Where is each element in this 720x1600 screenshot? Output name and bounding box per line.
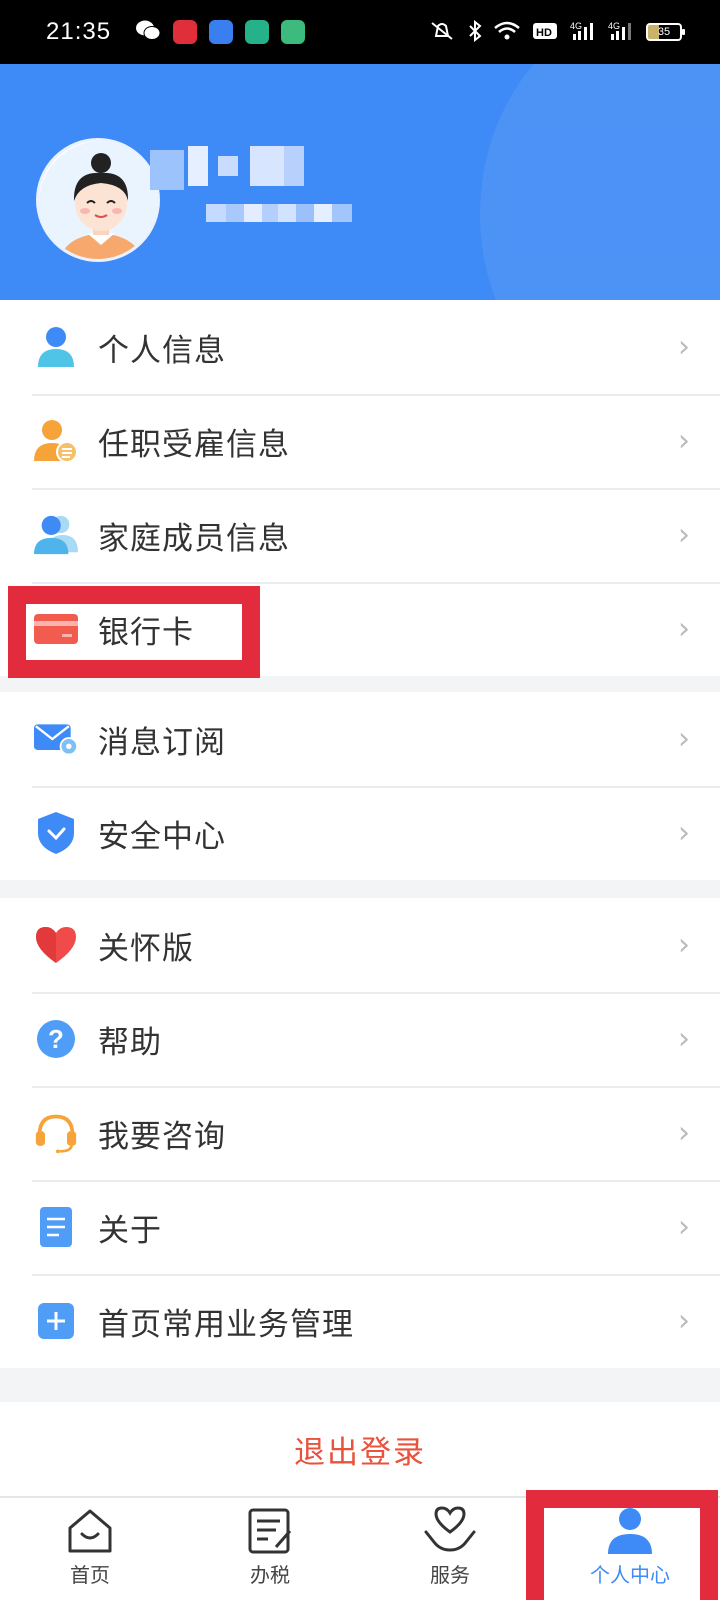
tab-personal-center[interactable]: 个人中心 <box>540 1498 720 1600</box>
menu-group-misc: 关怀版 › ? 帮助 › 我要咨询 › 关于 › 首页常用业务管理 › <box>0 898 720 1368</box>
chevron-right-icon: › <box>678 721 690 757</box>
home-icon <box>64 1505 116 1557</box>
user-id-blurred <box>206 204 352 222</box>
profile-header <box>0 64 720 300</box>
app-cloud-icon <box>209 20 234 44</box>
menu-label: 消息订阅 <box>98 724 226 761</box>
heart-icon <box>34 923 78 967</box>
bottom-tab-bar: 首页 办税 服务 个人中心 <box>0 1496 720 1600</box>
shield-icon <box>34 811 78 855</box>
menu-group-profile: 个人信息 › 任职受雇信息 › 家庭成员信息 › 银行卡 › <box>0 300 720 676</box>
battery-indicator: 35 <box>646 23 685 41</box>
menu-label: 家庭成员信息 <box>98 520 290 557</box>
family-icon <box>34 513 78 557</box>
menu-label: 关于 <box>98 1212 162 1249</box>
svg-text:?: ? <box>48 1024 64 1054</box>
status-time: 21:35 <box>46 18 112 45</box>
chevron-right-icon: › <box>678 815 690 851</box>
menu-item-about[interactable]: 关于 › <box>0 1180 720 1274</box>
chevron-right-icon: › <box>678 1115 690 1151</box>
menu-item-help[interactable]: ? 帮助 › <box>0 992 720 1086</box>
avatar[interactable] <box>36 138 160 262</box>
document-icon <box>34 1205 78 1249</box>
employee-icon <box>34 419 78 463</box>
person-center-icon <box>604 1505 656 1557</box>
menu-label: 任职受雇信息 <box>98 426 290 463</box>
menu-label: 银行卡 <box>98 614 194 651</box>
chevron-right-icon: › <box>678 1209 690 1245</box>
signal-2-icon: 4G <box>608 20 634 45</box>
logout-button[interactable]: 退出登录 <box>0 1402 720 1496</box>
tab-tax[interactable]: 办税 <box>180 1498 360 1600</box>
chevron-right-icon: › <box>678 329 690 365</box>
status-app-icons <box>135 19 306 45</box>
chevron-right-icon: › <box>678 611 690 647</box>
chevron-right-icon: › <box>678 927 690 963</box>
menu-item-security-center[interactable]: 安全中心 › <box>0 786 720 880</box>
tab-home[interactable]: 首页 <box>0 1498 180 1600</box>
status-bar: 21:35 HD 4G 4G 35 <box>0 0 720 64</box>
menu-group-settings: 消息订阅 › 安全中心 › <box>0 692 720 880</box>
mute-icon <box>428 20 456 45</box>
tab-label: 个人中心 <box>590 1563 670 1587</box>
svg-text:HD: HD <box>536 27 552 39</box>
menu-item-message-subscription[interactable]: 消息订阅 › <box>0 692 720 786</box>
menu-item-home-business-manage[interactable]: 首页常用业务管理 › <box>0 1274 720 1368</box>
app-chat-icon <box>245 20 270 44</box>
user-name-blurred <box>150 146 304 190</box>
tab-label: 办税 <box>250 1563 290 1587</box>
menu-item-consult[interactable]: 我要咨询 › <box>0 1086 720 1180</box>
hd-icon: HD <box>532 21 558 44</box>
tab-service[interactable]: 服务 <box>360 1498 540 1600</box>
chevron-right-icon: › <box>678 423 690 459</box>
headset-icon <box>34 1111 78 1155</box>
signal-1-icon: 4G <box>570 20 596 45</box>
svg-text:4G: 4G <box>570 21 582 31</box>
menu-label: 个人信息 <box>98 332 226 369</box>
service-icon <box>424 1505 476 1557</box>
chevron-right-icon: › <box>678 1021 690 1057</box>
bank-card-icon <box>34 607 78 651</box>
bluetooth-icon <box>468 19 482 45</box>
menu-item-personal-info[interactable]: 个人信息 › <box>0 300 720 394</box>
menu-label: 首页常用业务管理 <box>98 1306 354 1343</box>
tab-label: 首页 <box>70 1563 110 1587</box>
chevron-right-icon: › <box>678 1303 690 1339</box>
wechat-icon <box>135 19 161 45</box>
menu-label: 帮助 <box>98 1024 162 1061</box>
menu-label: 我要咨询 <box>98 1118 226 1155</box>
wifi-icon <box>494 21 520 44</box>
menu-item-employment-info[interactable]: 任职受雇信息 › <box>0 394 720 488</box>
chevron-right-icon: › <box>678 517 690 553</box>
menu-item-care-mode[interactable]: 关怀版 › <box>0 898 720 992</box>
tax-icon <box>244 1505 296 1557</box>
app-upload-icon <box>281 20 306 44</box>
mail-icon <box>34 717 78 761</box>
menu-item-bank-card[interactable]: 银行卡 › <box>0 582 720 676</box>
tab-label: 服务 <box>430 1563 470 1587</box>
app-red-icon <box>173 20 198 44</box>
menu-label: 关怀版 <box>98 930 194 967</box>
avatar-illustration-icon <box>39 141 157 259</box>
svg-text:4G: 4G <box>608 21 620 31</box>
menu-label: 安全中心 <box>98 818 226 855</box>
plus-icon <box>34 1299 78 1343</box>
status-right: HD 4G 4G 35 <box>428 19 685 45</box>
menu-item-family-info[interactable]: 家庭成员信息 › <box>0 488 720 582</box>
question-icon: ? <box>34 1017 78 1061</box>
person-icon <box>34 325 78 369</box>
